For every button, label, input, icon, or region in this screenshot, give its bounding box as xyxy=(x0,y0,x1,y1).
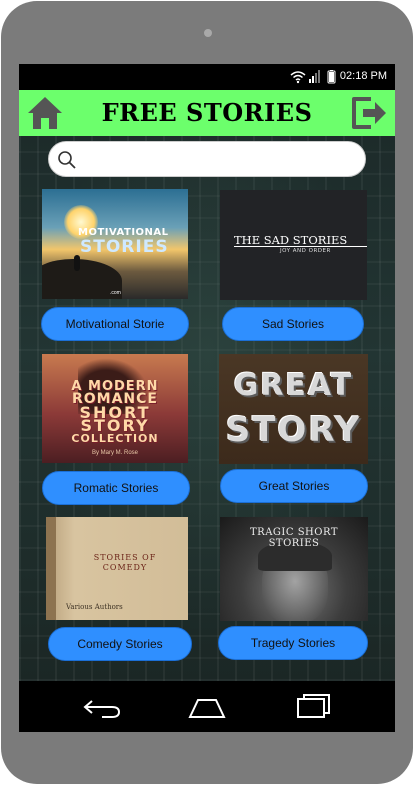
status-time: 02:18 PM xyxy=(339,70,387,82)
cover-romance[interactable]: A MODERN ROMANCE SHORT STORY COLLECTION … xyxy=(42,354,188,463)
sad-stories-button[interactable]: Sad Stories xyxy=(222,307,364,341)
camera-dot xyxy=(204,29,212,37)
app-title: FREE STORIES xyxy=(101,98,313,127)
cover-divider xyxy=(234,246,367,247)
navigation-bar xyxy=(19,681,395,732)
cover-text: STORIES xyxy=(80,237,169,257)
device: 02:18 PM FREE STORIES MOTIVATIONAL STORI… xyxy=(0,0,414,785)
cover-text: STORIES xyxy=(268,538,320,549)
cover-text: STORY xyxy=(80,416,150,435)
cover-text: TRAGIC SHORT xyxy=(250,527,338,538)
status-bar: 02:18 PM xyxy=(19,64,395,90)
search-bar[interactable] xyxy=(48,141,366,177)
recents-icon[interactable] xyxy=(292,693,332,721)
cover-author: By Mary M. Rose xyxy=(91,450,138,456)
tragedy-stories-button[interactable]: Tragedy Stories xyxy=(218,626,368,660)
cover-sad[interactable]: THE SAD STORIES JOY AND ORDER xyxy=(220,190,367,300)
cover-text: GREAT xyxy=(233,368,354,403)
content-area: MOTIVATIONAL STORIES .com Motivational S… xyxy=(19,136,395,681)
cover-text: STORY xyxy=(225,410,362,450)
home-nav-icon[interactable] xyxy=(187,693,227,721)
cover-text: .com xyxy=(110,290,121,296)
book-spine xyxy=(46,517,56,620)
comedy-stories-button[interactable]: Comedy Stories xyxy=(48,627,192,661)
cover-text: THE SAD STORIES xyxy=(234,233,348,247)
cover-text: COLLECTION xyxy=(71,432,159,445)
cover-title: TRAGIC SHORT STORIES xyxy=(220,527,368,549)
person-silhouette xyxy=(74,255,80,271)
cover-title: A MODERN ROMANCE SHORT STORY COLLECTION xyxy=(42,380,188,445)
cover-comedy[interactable]: STORIES OF COMEDY Various Authors xyxy=(46,517,188,620)
search-input[interactable] xyxy=(83,148,357,172)
search-icon xyxy=(58,151,76,169)
screen: 02:18 PM FREE STORIES MOTIVATIONAL STORI… xyxy=(19,64,395,732)
app-bar: FREE STORIES xyxy=(19,90,395,136)
cover-text: COMEDY xyxy=(102,563,148,572)
cover-tragic[interactable]: TRAGIC SHORT STORIES xyxy=(220,517,368,621)
cover-author: Various Authors xyxy=(66,603,123,611)
motivational-stories-button[interactable]: Motivational Storie xyxy=(41,307,189,341)
cover-text: STORIES OF xyxy=(93,553,157,562)
exit-icon[interactable] xyxy=(349,94,389,132)
back-icon[interactable] xyxy=(82,693,122,721)
battery-icon xyxy=(327,70,336,84)
cover-great[interactable]: GREAT STORY xyxy=(219,354,368,464)
cover-motivational[interactable]: MOTIVATIONAL STORIES .com xyxy=(42,189,188,299)
great-stories-button[interactable]: Great Stories xyxy=(220,469,368,503)
wifi-icon xyxy=(290,71,306,84)
cover-title: STORIES OF COMEDY xyxy=(62,553,188,573)
cover-text: JOY AND ORDER xyxy=(280,248,331,254)
status-icons xyxy=(290,70,336,84)
romantic-stories-button[interactable]: Romatic Stories xyxy=(42,471,190,505)
signal-icon xyxy=(309,70,320,83)
